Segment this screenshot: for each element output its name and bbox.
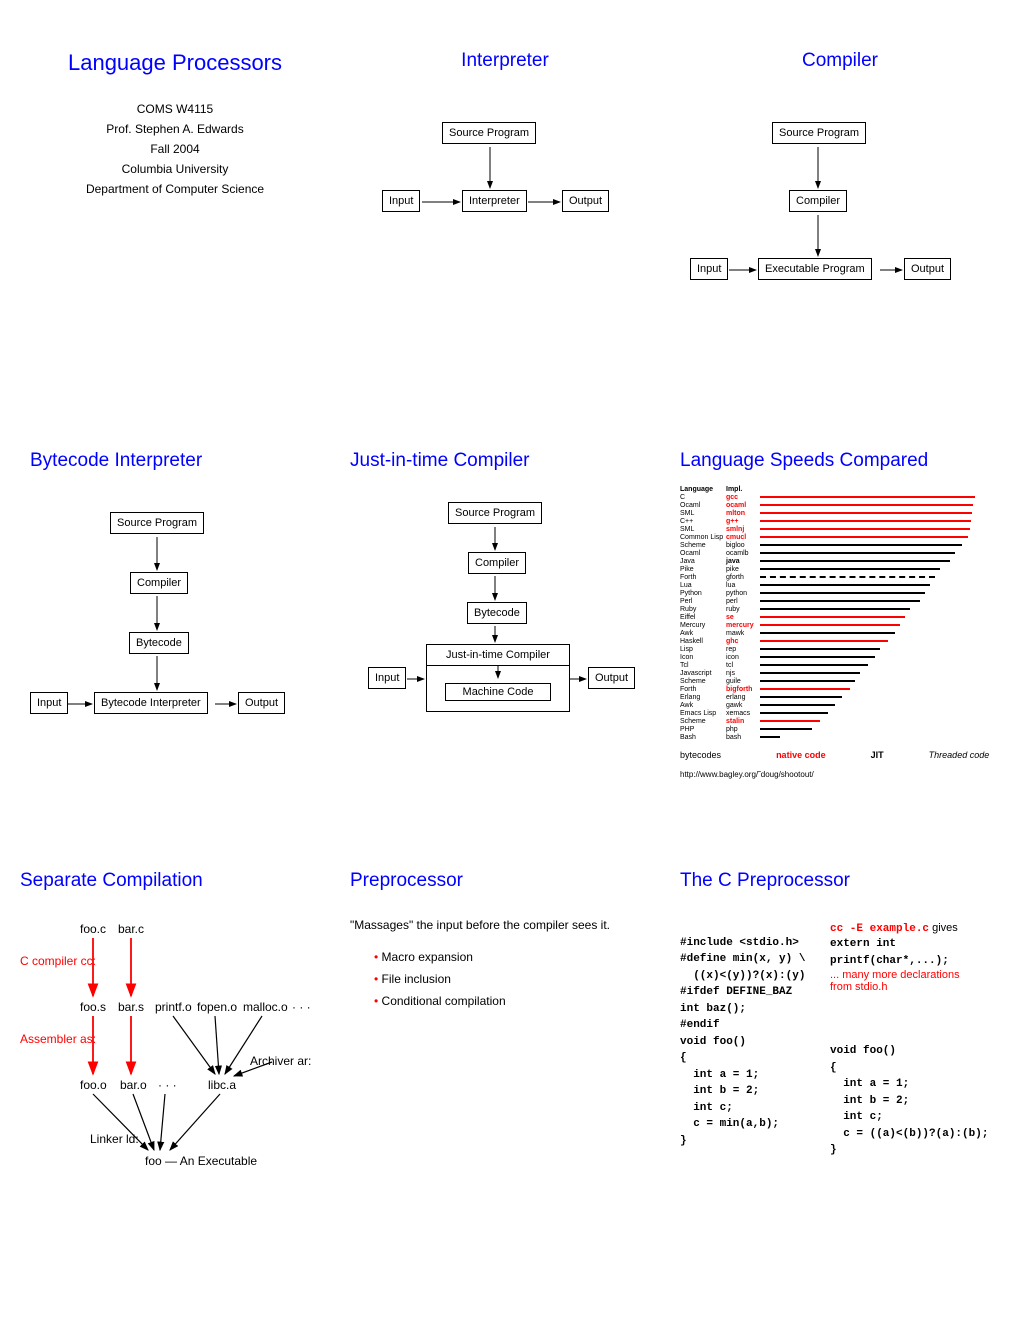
term: Fall 2004 bbox=[30, 142, 320, 156]
title: Language Speeds Compared bbox=[680, 450, 1010, 472]
url: http://www.bagley.org/˜doug/shootout/ bbox=[680, 770, 1010, 779]
speed-row: Eiffelse bbox=[680, 614, 1010, 622]
speed-row: Cgcc bbox=[680, 494, 1010, 502]
title: Preprocessor bbox=[350, 870, 660, 892]
dept: Department of Computer Science bbox=[30, 182, 320, 196]
speed-row: Awkmawk bbox=[680, 630, 1010, 638]
speed-row: Ocamlocamlb bbox=[680, 550, 1010, 558]
slide-title: Language Processors COMS W4115 Prof. Ste… bbox=[30, 50, 320, 202]
speed-row: Lualua bbox=[680, 582, 1010, 590]
speed-row: Emacs Lispxemacs bbox=[680, 710, 1010, 718]
course: COMS W4115 bbox=[30, 102, 320, 116]
arrows bbox=[20, 892, 340, 1262]
code-right: cc -E example.c gives extern int printf(… bbox=[830, 918, 1010, 1159]
speed-row: Forthgforth bbox=[680, 574, 1010, 582]
title: The C Preprocessor bbox=[680, 870, 1020, 892]
speed-row: Rubyruby bbox=[680, 606, 1010, 614]
speed-row: Schemestalin bbox=[680, 718, 1010, 726]
speed-row: Javascriptnjs bbox=[680, 670, 1010, 678]
slide-compiler: Compiler Source Program Compiler Input E… bbox=[680, 50, 1000, 290]
title: Language Processors bbox=[30, 50, 320, 76]
speed-row: Tcltcl bbox=[680, 662, 1010, 670]
speed-row: Haskellghc bbox=[680, 638, 1010, 646]
speed-row: Mercurymercury bbox=[680, 622, 1010, 630]
speed-row: Perlperl bbox=[680, 598, 1010, 606]
speed-row: Awkgawk bbox=[680, 702, 1010, 710]
speed-row: Lisprep bbox=[680, 646, 1010, 654]
code-left: #include <stdio.h> #define min(x, y) \ (… bbox=[680, 918, 820, 1159]
prof: Prof. Stephen A. Edwards bbox=[30, 122, 320, 136]
b2: File inclusion bbox=[374, 972, 660, 986]
speed-row: SMLmlton bbox=[680, 510, 1010, 518]
speed-row: PHPphp bbox=[680, 726, 1010, 734]
slide-jit: Just-in-time Compiler Source Program Com… bbox=[350, 450, 660, 770]
arrows bbox=[350, 472, 660, 762]
slide-pp: Preprocessor "Massages" the input before… bbox=[350, 870, 660, 1016]
speed-table: LanguageImpl. CgccOcamlocamlSMLmltonC++g… bbox=[680, 486, 1010, 742]
speed-row: SMLsmlnj bbox=[680, 526, 1010, 534]
speed-row: Ocamlocaml bbox=[680, 502, 1010, 510]
arrows bbox=[350, 72, 660, 232]
code-columns: #include <stdio.h> #define min(x, y) \ (… bbox=[680, 918, 1020, 1159]
desc: "Massages" the input before the compiler… bbox=[350, 918, 660, 932]
speed-row: Iconicon bbox=[680, 654, 1010, 662]
arrows bbox=[30, 472, 330, 762]
arrows bbox=[680, 72, 1000, 292]
slide-bytecode: Bytecode Interpreter Source Program Comp… bbox=[30, 450, 330, 770]
speed-row: Erlangerlang bbox=[680, 694, 1010, 702]
speed-row: Forthbigforth bbox=[680, 686, 1010, 694]
legend: bytecodes native code JIT Threaded code bbox=[680, 750, 1010, 760]
speed-row: Pikepike bbox=[680, 566, 1010, 574]
title: Interpreter bbox=[350, 50, 660, 72]
b3: Conditional compilation bbox=[374, 994, 660, 1008]
slide-sepcomp: Separate Compilation foo.c bar.c C compi… bbox=[20, 870, 340, 1290]
b1: Macro expansion bbox=[374, 950, 660, 964]
speed-row: Pythonpython bbox=[680, 590, 1010, 598]
speed-row: Common Lispcmucl bbox=[680, 534, 1010, 542]
title: Compiler bbox=[680, 50, 1000, 72]
speed-row: C++g++ bbox=[680, 518, 1010, 526]
speed-row: Javajava bbox=[680, 558, 1010, 566]
title: Just-in-time Compiler bbox=[350, 450, 660, 472]
speed-row: Bashbash bbox=[680, 734, 1010, 742]
title: Bytecode Interpreter bbox=[30, 450, 330, 472]
slide-cpp: The C Preprocessor #include <stdio.h> #d… bbox=[680, 870, 1020, 1159]
speed-row: Schemebigloo bbox=[680, 542, 1010, 550]
title: Separate Compilation bbox=[20, 870, 340, 892]
slide-speeds: Language Speeds Compared LanguageImpl. C… bbox=[680, 450, 1010, 779]
slide-interpreter: Interpreter Source Program Input Interpr… bbox=[350, 50, 660, 250]
univ: Columbia University bbox=[30, 162, 320, 176]
speed-row: Schemeguile bbox=[680, 678, 1010, 686]
